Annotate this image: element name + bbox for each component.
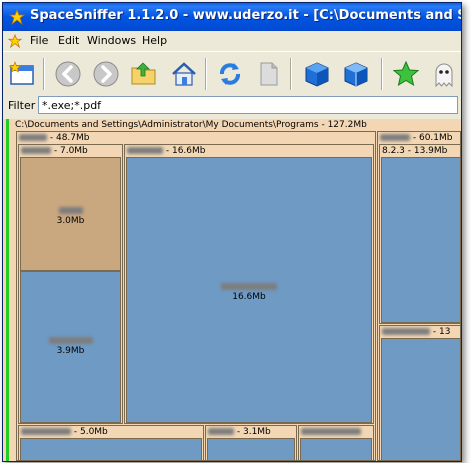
- file-label: 3.0Mb: [21, 206, 120, 226]
- app-window: SpaceSniffer 1.1.2.0 - www.uderzo.it - […: [2, 2, 462, 462]
- folder-header: [299, 426, 373, 438]
- blurred-folder-name: [382, 328, 430, 335]
- filter-label: Filter: [8, 99, 36, 112]
- folder-size-label: - 60.1Mb: [412, 133, 453, 143]
- root-path-label: C:\Documents and Settings\Administrator\…: [15, 120, 367, 130]
- file-block[interactable]: [207, 438, 295, 461]
- folder-size-label: - 3.1Mb: [236, 427, 271, 437]
- document-icon: [260, 62, 278, 86]
- folder-header: 8.2.3 - 13.9Mb: [380, 145, 460, 157]
- blue-cube-outline-icon: [344, 62, 368, 87]
- blurred-folder-name: [127, 147, 163, 154]
- blurred-folder-name: [21, 147, 51, 154]
- blurred-folder-name: [380, 134, 410, 141]
- blurred-file-name: [58, 207, 83, 214]
- menu-help[interactable]: Help: [142, 34, 167, 47]
- refresh-icon: [220, 63, 240, 85]
- green-star-icon: [392, 60, 420, 87]
- refresh-button[interactable]: [213, 57, 247, 91]
- toolbar-separator: [43, 58, 45, 90]
- file-label: 16.6Mb: [127, 282, 371, 302]
- blurred-folder-name: [208, 428, 234, 435]
- favorite-button[interactable]: [389, 57, 423, 91]
- menu-bar: File Edit Windows Help: [3, 31, 461, 51]
- file-size-label: 16.6Mb: [232, 292, 266, 302]
- blurred-file-name: [221, 283, 277, 290]
- cube-zoom-button[interactable]: [339, 57, 373, 91]
- window-title: SpaceSniffer 1.1.2.0 - www.uderzo.it - […: [30, 8, 461, 23]
- file-block[interactable]: [381, 338, 461, 461]
- toolbar: [3, 51, 461, 97]
- folder-header: - 60.1Mb: [378, 132, 460, 144]
- file-block-3-9mb[interactable]: 3.9Mb: [20, 271, 121, 423]
- folder-size-label: - 5.0Mb: [73, 427, 108, 437]
- home-icon: [172, 62, 196, 86]
- cube-button[interactable]: [300, 57, 334, 91]
- new-window-button[interactable]: [5, 57, 39, 91]
- file-label: 3.9Mb: [21, 336, 120, 356]
- title-bar[interactable]: SpaceSniffer 1.1.2.0 - www.uderzo.it - […: [3, 3, 461, 31]
- file-block-16-6mb[interactable]: 16.6Mb: [126, 157, 372, 423]
- menu-windows[interactable]: Windows: [87, 34, 136, 47]
- folder-size-label: - 16.6Mb: [165, 146, 206, 156]
- folder-header: - 5.0Mb: [19, 426, 203, 438]
- blurred-file-name: [48, 337, 93, 344]
- folder-size-label: - 48.7Mb: [49, 133, 90, 143]
- file-block[interactable]: [20, 438, 202, 461]
- blue-cube-icon: [305, 62, 329, 87]
- toolbar-separator: [381, 58, 383, 90]
- folder-size-label: - 7.0Mb: [53, 146, 88, 156]
- folder-size-label: 8.2.3 - 13.9Mb: [382, 146, 448, 156]
- filter-bar: Filter: [3, 95, 461, 117]
- folder-header: - 7.0Mb: [19, 145, 122, 157]
- toolbar-separator: [290, 58, 292, 90]
- filter-input[interactable]: [38, 96, 458, 114]
- file-block[interactable]: [300, 438, 372, 461]
- menu-edit[interactable]: Edit: [58, 34, 79, 47]
- folder-header: - 13: [380, 326, 460, 338]
- file-block[interactable]: [381, 157, 461, 323]
- scan-progress-bar: [6, 119, 9, 461]
- blurred-folder-name: [301, 428, 361, 435]
- root-path-header: C:\Documents and Settings\Administrator\…: [13, 119, 455, 131]
- menu-file[interactable]: File: [30, 34, 48, 47]
- back-arrow-icon: [55, 61, 81, 87]
- file-block-3-0mb[interactable]: 3.0Mb: [20, 157, 121, 271]
- toolbar-separator: [205, 58, 207, 90]
- folder-header: - 16.6Mb: [125, 145, 373, 157]
- folder-size-label: - 13: [432, 327, 451, 337]
- menu-app-icon: [8, 34, 22, 48]
- ghost-icon: [435, 63, 453, 88]
- up-folder-button[interactable]: [127, 57, 161, 91]
- forward-button[interactable]: [89, 57, 123, 91]
- file-size-label: 3.9Mb: [56, 346, 85, 356]
- document-button[interactable]: [251, 57, 285, 91]
- folder-up-icon: [131, 62, 156, 85]
- app-logo-icon: [9, 9, 25, 25]
- home-button[interactable]: [167, 57, 201, 91]
- blurred-folder-name: [21, 428, 71, 435]
- blurred-folder-name: [19, 134, 47, 141]
- forward-arrow-icon: [93, 61, 119, 87]
- back-button[interactable]: [51, 57, 85, 91]
- folder-header: - 3.1Mb: [206, 426, 296, 438]
- file-size-label: 3.0Mb: [56, 216, 85, 226]
- new-window-icon: [8, 61, 34, 85]
- treemap-view[interactable]: C:\Documents and Settings\Administrator\…: [3, 119, 461, 461]
- folder-header: - 48.7Mb: [17, 132, 375, 144]
- ghost-button[interactable]: [427, 57, 461, 91]
